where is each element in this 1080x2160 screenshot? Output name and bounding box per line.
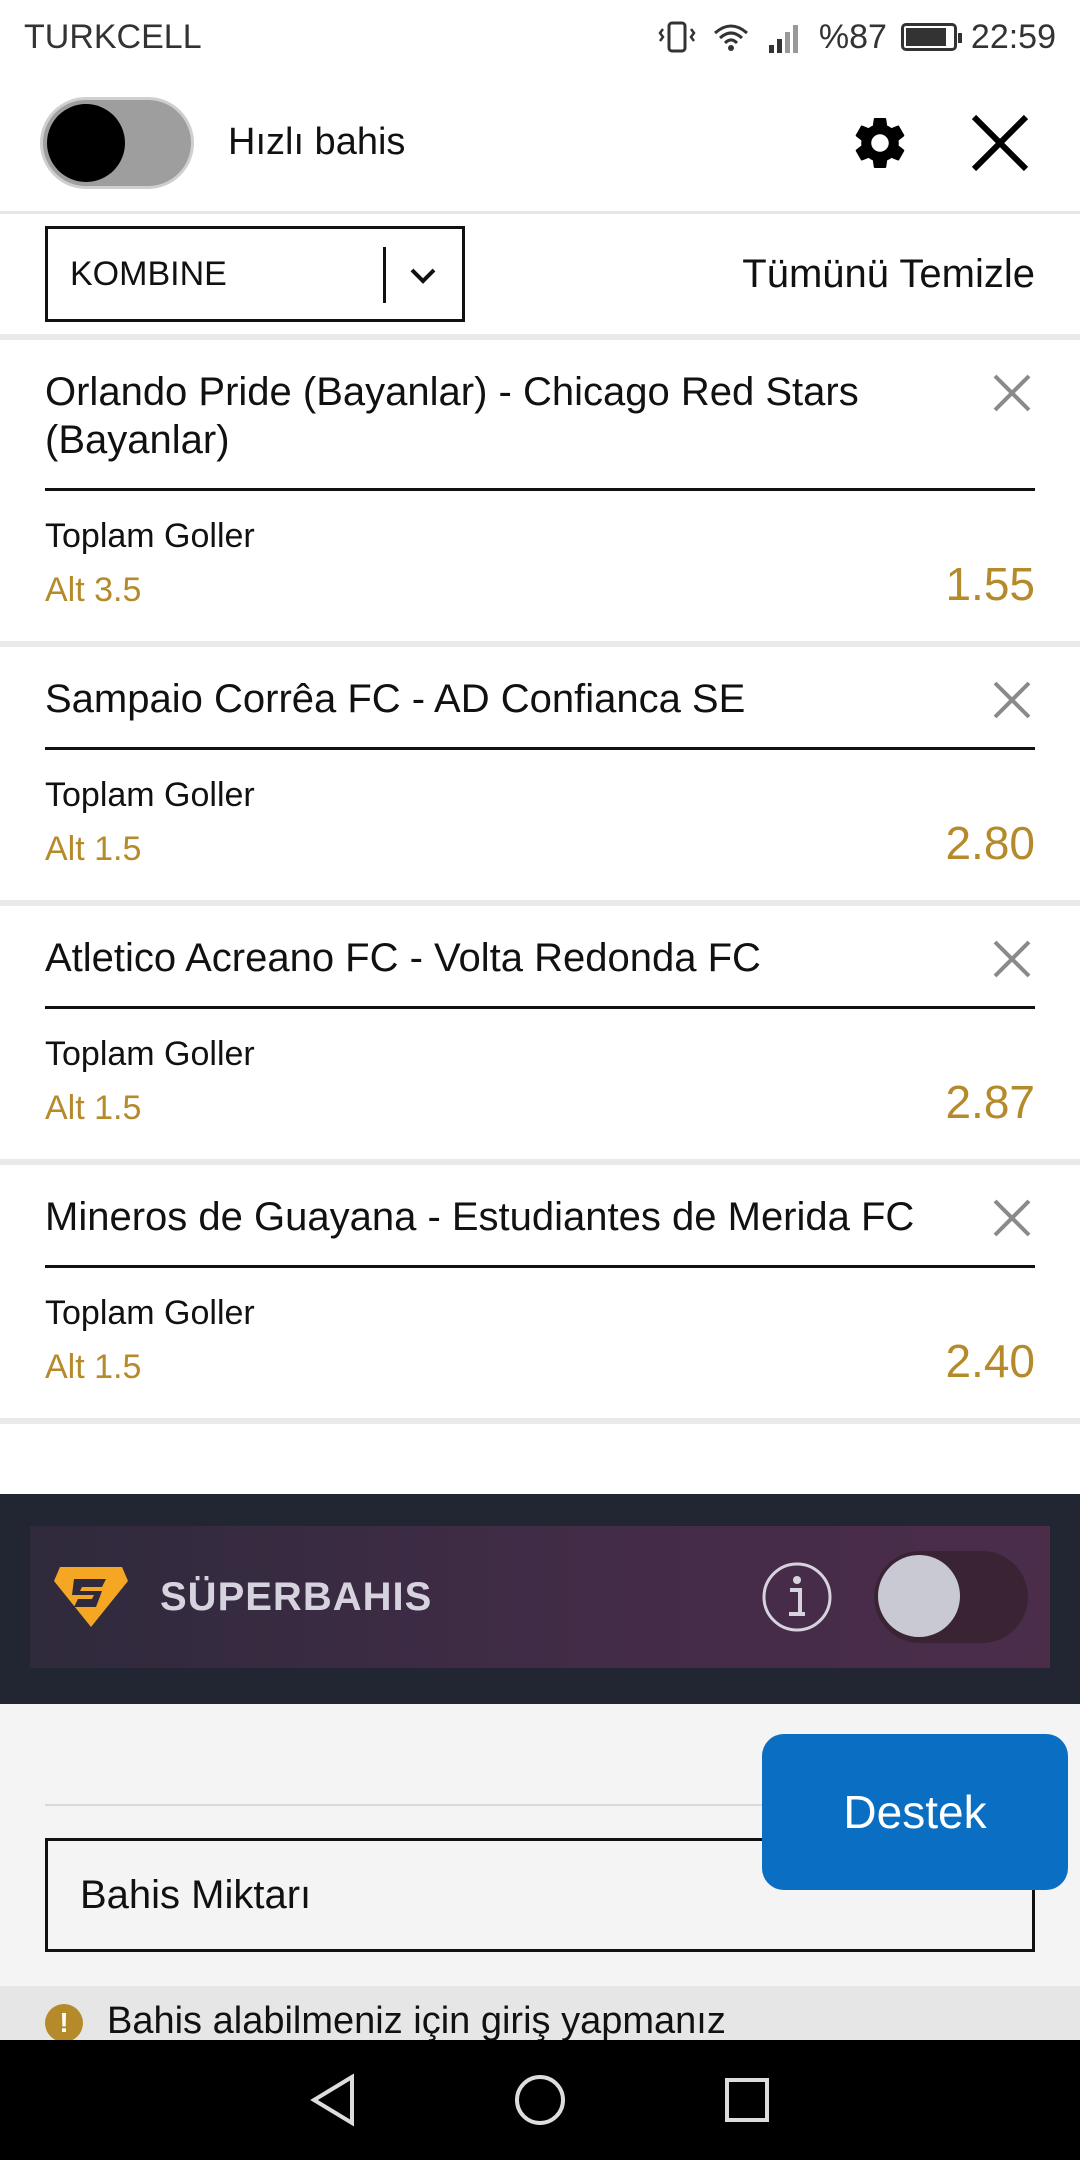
odds-value: 2.80 xyxy=(945,817,1035,869)
remove-bet-icon[interactable] xyxy=(989,677,1035,723)
signal-icon xyxy=(768,25,798,53)
selection-name: Alt 1.5 xyxy=(45,830,142,868)
superbahis-logo-icon xyxy=(54,1567,128,1627)
bet-body: Toplam Goller Alt 3.5 1.55 xyxy=(45,491,1035,641)
bet-type-select[interactable]: KOMBINE xyxy=(45,226,465,322)
bet-body: Toplam Goller Alt 1.5 2.80 xyxy=(45,750,1035,900)
status-icons: %87 22:59 xyxy=(657,18,1056,57)
gear-icon xyxy=(855,117,905,168)
match-name: Mineros de Guayana - Estudiantes de Meri… xyxy=(45,1195,915,1239)
quick-bet-toggle[interactable] xyxy=(40,96,194,189)
bet-header: Mineros de Guayana - Estudiantes de Meri… xyxy=(45,1165,1035,1268)
market-name: Toplam Goller xyxy=(45,517,255,555)
bet-item: Sampaio Corrêa FC - AD Confianca SE Topl… xyxy=(0,647,1080,906)
stake-placeholder: Bahis Miktarı xyxy=(80,1872,312,1917)
back-icon xyxy=(310,2073,355,2127)
bet-item: Atletico Acreano FC - Volta Redonda FC T… xyxy=(0,906,1080,1165)
bet-body: Toplam Goller Alt 1.5 2.40 xyxy=(45,1268,1035,1418)
odds-value: 2.40 xyxy=(945,1335,1035,1387)
superbahis-banner: SÜPERBAHIS xyxy=(30,1526,1050,1668)
selection-name: Alt 1.5 xyxy=(45,1348,142,1386)
remove-bet-icon[interactable] xyxy=(989,936,1035,982)
close-icon xyxy=(971,114,1029,171)
remove-bet-icon[interactable] xyxy=(989,1195,1035,1241)
selection-name: Alt 3.5 xyxy=(45,571,142,609)
close-button[interactable] xyxy=(960,103,1040,183)
battery-percent: %87 xyxy=(818,17,887,56)
recents-button[interactable] xyxy=(712,2065,782,2135)
info-icon[interactable] xyxy=(760,1560,834,1634)
support-button[interactable]: Destek xyxy=(762,1734,1068,1890)
bet-item: Orlando Pride (Bayanlar) - Chicago Red S… xyxy=(0,340,1080,647)
vibrate-icon xyxy=(658,21,696,53)
bet-header: Orlando Pride (Bayanlar) - Chicago Red S… xyxy=(45,340,1035,491)
system-nav-bar xyxy=(0,2040,1080,2160)
login-notice: ! Bahis alabilmeniz için giriş yapmanız xyxy=(0,1986,1080,2040)
clock: 22:59 xyxy=(970,17,1056,56)
bet-item: Mineros de Guayana - Estudiantes de Meri… xyxy=(0,1165,1080,1424)
chevron-down-icon xyxy=(398,251,448,301)
warning-icon: ! xyxy=(45,2004,83,2040)
home-icon xyxy=(514,2075,565,2125)
recents-icon xyxy=(724,2078,769,2122)
home-button[interactable] xyxy=(505,2065,575,2135)
bet-header: Atletico Acreano FC - Volta Redonda FC xyxy=(45,906,1035,1009)
match-name: Sampaio Corrêa FC - AD Confianca SE xyxy=(45,677,746,721)
bet-list: Orlando Pride (Bayanlar) - Chicago Red S… xyxy=(0,340,1080,1424)
market-name: Toplam Goller xyxy=(45,776,255,814)
bet-mode-row: KOMBINE Tümünü Temizle xyxy=(0,214,1080,340)
status-bar: TURKCELL %87 22:59 xyxy=(0,0,1080,74)
quick-bet-label: Hızlı bahis xyxy=(228,121,406,163)
superbahis-section: SÜPERBAHIS xyxy=(0,1494,1080,1704)
battery-icon xyxy=(900,23,962,51)
notice-text: Bahis alabilmeniz için giriş yapmanız xyxy=(107,2000,726,2040)
superbahis-label: SÜPERBAHIS xyxy=(160,1574,433,1619)
select-divider xyxy=(383,247,386,303)
wifi-icon xyxy=(713,24,748,51)
toggle-knob xyxy=(878,1555,960,1637)
clear-all-button[interactable]: Tümünü Temizle xyxy=(742,252,1035,297)
bet-header: Sampaio Corrêa FC - AD Confianca SE xyxy=(45,647,1035,750)
bet-type-value: KOMBINE xyxy=(70,254,227,293)
match-name: Atletico Acreano FC - Volta Redonda FC xyxy=(45,936,761,980)
toggle-knob xyxy=(47,103,125,182)
betslip-header: Hızlı bahis xyxy=(0,74,1080,214)
market-name: Toplam Goller xyxy=(45,1294,255,1332)
match-name: Orlando Pride (Bayanlar) - Chicago Red S… xyxy=(45,370,859,462)
odds-value: 2.87 xyxy=(945,1076,1035,1128)
bet-body: Toplam Goller Alt 1.5 2.87 xyxy=(45,1009,1035,1159)
back-button[interactable] xyxy=(298,2065,368,2135)
superbahis-toggle[interactable] xyxy=(874,1551,1028,1643)
selection-name: Alt 1.5 xyxy=(45,1089,142,1127)
odds-value: 1.55 xyxy=(945,558,1035,610)
settings-button[interactable] xyxy=(840,103,920,183)
carrier-name: TURKCELL xyxy=(24,17,202,56)
remove-bet-icon[interactable] xyxy=(989,370,1035,416)
market-name: Toplam Goller xyxy=(45,1035,255,1073)
